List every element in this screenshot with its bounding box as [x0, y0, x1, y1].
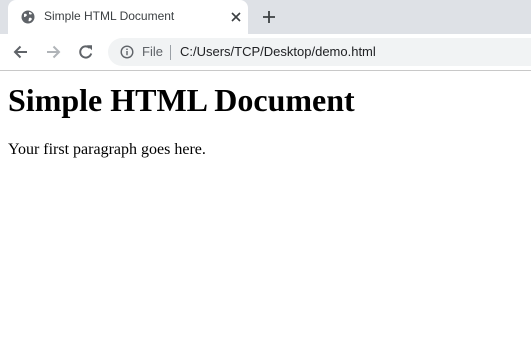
new-tab-icon[interactable]	[262, 10, 276, 24]
address-bar[interactable]: File C:/Users/TCP/Desktop/demo.html	[108, 38, 531, 66]
page-paragraph: Your first paragraph goes here.	[8, 141, 206, 158]
tab-title: Simple HTML Document	[44, 9, 175, 23]
arrow-left-icon[interactable]	[12, 43, 30, 61]
browser-toolbar: File C:/Users/TCP/Desktop/demo.html	[0, 34, 531, 71]
tab-strip: Simple HTML Document	[0, 0, 531, 34]
omnibox-divider	[170, 45, 171, 60]
close-icon[interactable]	[230, 11, 242, 23]
url-text[interactable]: C:/Users/TCP/Desktop/demo.html	[180, 44, 376, 59]
page-content: Simple HTML Document Your first paragrap…	[0, 82, 531, 159]
page-heading: Simple HTML Document	[8, 82, 355, 118]
info-icon[interactable]	[120, 45, 134, 59]
globe-icon	[21, 10, 35, 24]
arrow-right-icon[interactable]	[44, 43, 62, 61]
scheme-label: File	[142, 44, 163, 59]
reload-icon[interactable]	[77, 43, 95, 61]
browser-tab[interactable]: Simple HTML Document	[8, 0, 248, 34]
